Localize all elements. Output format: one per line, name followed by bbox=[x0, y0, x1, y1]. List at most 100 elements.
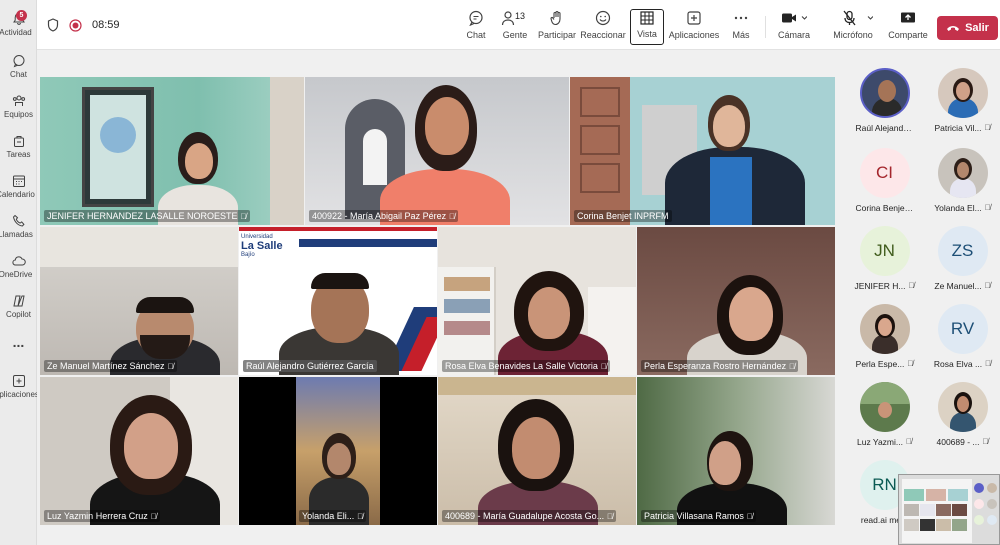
mic-off-icon: 🎙̸ bbox=[789, 362, 796, 371]
participant-name: Patricia Villasana Ramos 🎙̸ bbox=[641, 510, 756, 522]
more-button[interactable]: Más bbox=[715, 10, 767, 40]
avatar bbox=[937, 68, 988, 118]
leave-label: Salir bbox=[965, 22, 989, 34]
video-tile[interactable]: Rosa Elva Benavides La Salle Victoria 🎙̸ bbox=[438, 227, 636, 375]
avatar bbox=[859, 68, 910, 118]
camera-label: Cámara bbox=[777, 30, 810, 40]
mic-off-icon: 🎙̸ bbox=[150, 512, 157, 521]
video-tile[interactable]: Patricia Villasana Ramos 🎙̸ bbox=[637, 377, 835, 525]
mic-off-icon: 🎙̸ bbox=[905, 437, 912, 446]
roster-participant[interactable]: Patricia Vil... 🎙̸ bbox=[925, 68, 1000, 133]
apps-button[interactable]: Aplicaciones bbox=[668, 10, 720, 40]
rail-item-label: Copilot bbox=[6, 310, 31, 319]
video-tile[interactable]: Corina Benjet INPRFM bbox=[570, 77, 835, 225]
toolbar-divider bbox=[765, 16, 766, 38]
rail-item-label: OneDrive bbox=[0, 270, 33, 279]
mic-off-icon: 🎙̸ bbox=[357, 512, 364, 521]
self-view-preview[interactable] bbox=[898, 474, 1000, 545]
rail-item-label: Tareas bbox=[6, 150, 31, 159]
roster-name: Raúl Alejandro... bbox=[855, 123, 914, 133]
people-icon: 13 bbox=[501, 11, 525, 26]
apps-label: Aplicaciones bbox=[668, 30, 720, 40]
video-tile[interactable]: Yolanda Eli... 🎙̸ bbox=[239, 377, 437, 525]
chevron-down-icon bbox=[801, 16, 807, 20]
video-tile[interactable]: Perla Esperanza Rostro Hernández 🎙̸ bbox=[637, 227, 835, 375]
rail-item-tasks[interactable]: Tareas bbox=[0, 134, 37, 159]
people-count: 13 bbox=[515, 11, 525, 21]
video-tile[interactable]: Ze Manuel Martínez Sánchez 🎙̸ bbox=[40, 227, 238, 375]
avatar: JN bbox=[859, 226, 910, 276]
participant-name: Perla Esperanza Rostro Hernández 🎙̸ bbox=[641, 360, 799, 372]
notification-badge: 5 bbox=[16, 10, 27, 21]
rail-item-teams[interactable]: Equipos bbox=[0, 94, 37, 119]
video-tile[interactable]: 400922 - María Abigail Paz Pérez 🎙̸ bbox=[305, 77, 569, 225]
mic-off-icon: 🎙̸ bbox=[167, 362, 174, 371]
calendar-icon bbox=[12, 175, 25, 187]
apps-add-icon bbox=[12, 375, 25, 387]
participant-name: Corina Benjet INPRFM bbox=[574, 210, 672, 222]
avatar: CI bbox=[859, 148, 910, 198]
copilot-icon bbox=[12, 295, 25, 307]
avatar: RV bbox=[937, 304, 988, 354]
mic-off-icon: 🎙̸ bbox=[982, 437, 989, 446]
rail-item-apps[interactable]: Aplicaciones bbox=[0, 374, 37, 399]
roster-participant[interactable]: Perla Espe... 🎙̸ bbox=[847, 304, 922, 369]
rail-item-calendar[interactable]: Calendario bbox=[0, 174, 37, 199]
view-label: Vista bbox=[637, 29, 657, 39]
rail-item-label: Aplicaciones bbox=[0, 390, 37, 399]
roster-name: 400689 - ... bbox=[936, 437, 980, 447]
rail-item-onedrive[interactable]: OneDrive bbox=[0, 254, 37, 279]
camera-icon bbox=[782, 13, 807, 23]
camera-button[interactable]: Cámara bbox=[768, 10, 820, 40]
rail-more-button[interactable]: ... bbox=[0, 334, 37, 350]
tasks-icon bbox=[13, 136, 24, 147]
avatar bbox=[937, 148, 988, 198]
share-label: Comparte bbox=[888, 30, 928, 40]
microphone-button[interactable]: Micrófono bbox=[825, 10, 881, 40]
more-label: Más bbox=[732, 30, 750, 40]
roster-participant[interactable]: Raúl Alejandro... bbox=[847, 68, 922, 133]
mic-off-icon: 🎙̸ bbox=[985, 359, 992, 368]
rail-item-copilot[interactable]: Copilot bbox=[0, 294, 37, 319]
video-tile[interactable]: JENIFER HERNANDEZ LASALLE NOROESTE 🎙̸ bbox=[40, 77, 304, 225]
roster-name: Luz Yazmi... bbox=[857, 437, 903, 447]
meeting-toolbar: 08:59 Chat 13 Gente Participar Reacciona… bbox=[37, 0, 1000, 50]
view-button[interactable]: Vista bbox=[630, 9, 664, 45]
recording-icon[interactable] bbox=[69, 18, 82, 32]
share-button[interactable]: Comparte bbox=[882, 10, 934, 40]
mic-off-icon: 🎙̸ bbox=[449, 212, 456, 221]
more-icon: ... bbox=[12, 334, 25, 350]
video-tile[interactable]: Universidad La Salle Bajío Raúl Alejandr… bbox=[239, 227, 437, 375]
roster-name: Ze Manuel... bbox=[934, 281, 982, 291]
video-tile[interactable]: Luz Yazmin Herrera Cruz 🎙̸ bbox=[40, 377, 238, 525]
shield-icon[interactable] bbox=[47, 18, 59, 32]
rail-item-chat[interactable]: Chat bbox=[0, 54, 37, 79]
cloud-icon bbox=[11, 256, 26, 266]
leave-button[interactable]: Salir bbox=[937, 16, 998, 40]
rail-item-label: Llamadas bbox=[0, 230, 33, 239]
rail-item-calls[interactable]: Llamadas bbox=[0, 214, 37, 239]
video-tile[interactable]: 400689 - María Guadalupe Acosta Go... 🎙̸ bbox=[438, 377, 636, 525]
microphone-label: Micrófono bbox=[833, 30, 873, 40]
more-icon bbox=[734, 16, 748, 20]
avatar bbox=[859, 382, 910, 432]
participate-button[interactable]: Participar bbox=[531, 10, 583, 40]
avatar bbox=[859, 304, 910, 354]
react-button[interactable]: Reaccionar bbox=[577, 10, 629, 40]
avatar: ZS bbox=[937, 226, 988, 276]
roster-name: Yolanda El... bbox=[934, 203, 982, 213]
roster-participant[interactable]: ZS Ze Manuel... 🎙̸ bbox=[925, 226, 1000, 291]
roster-participant[interactable]: RV Rosa Elva ... 🎙̸ bbox=[925, 304, 1000, 369]
roster-participant[interactable]: CI Corina Benjet I... bbox=[847, 148, 922, 213]
rail-item-label: Actividad bbox=[0, 28, 32, 37]
mic-off-icon bbox=[843, 10, 873, 26]
roster-participant[interactable]: JN JENIFER H... 🎙̸ bbox=[847, 226, 922, 291]
teams-meeting-window: Actividad 5 Chat Equipos Tareas Calendar… bbox=[0, 0, 1000, 545]
mic-off-icon: 🎙̸ bbox=[907, 359, 914, 368]
roster-participant[interactable]: 400689 - ... 🎙̸ bbox=[925, 382, 1000, 447]
participant-name: Rosa Elva Benavides La Salle Victoria 🎙̸ bbox=[442, 360, 610, 372]
participant-name: Raúl Alejandro Gutiérrez García bbox=[243, 360, 377, 372]
roster-participant[interactable]: Yolanda El... 🎙̸ bbox=[925, 148, 1000, 213]
mic-off-icon: 🎙̸ bbox=[984, 123, 991, 132]
roster-participant[interactable]: Luz Yazmi... 🎙̸ bbox=[847, 382, 922, 447]
